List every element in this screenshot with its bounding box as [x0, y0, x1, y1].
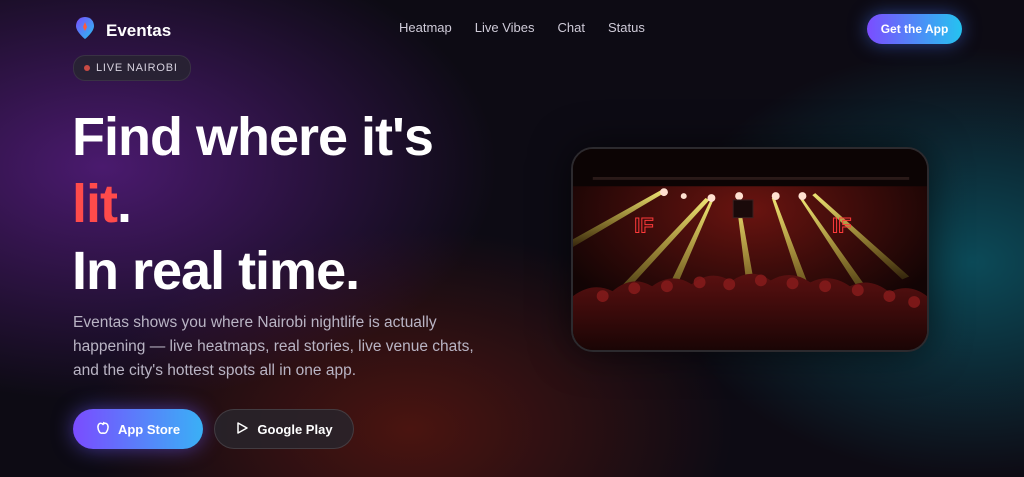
- nav-link-heatmap[interactable]: Heatmap: [399, 20, 452, 35]
- headline-lit-word: lit: [72, 174, 118, 234]
- google-play-button[interactable]: Google Play: [214, 409, 354, 449]
- apple-icon: [96, 421, 110, 438]
- live-badge-label: LIVE NAIROBI: [96, 62, 178, 74]
- google-play-label: Google Play: [257, 421, 333, 437]
- live-badge: LIVE NAIROBI: [73, 55, 191, 81]
- svg-text:IF: IF: [634, 212, 653, 237]
- headline-line-3: In real time.: [72, 241, 360, 301]
- live-dot-icon: [84, 65, 90, 71]
- brand-name: Eventas: [106, 20, 172, 40]
- nav-link-live-vibes[interactable]: Live Vibes: [475, 20, 535, 35]
- headline-line-2: lit.: [72, 171, 433, 238]
- brand-logo[interactable]: Eventas: [74, 16, 171, 45]
- play-icon: [235, 421, 249, 438]
- headline-period: .: [117, 174, 132, 234]
- app-store-label: App Store: [117, 421, 181, 437]
- nav-links: Heatmap Live Vibes Chat Status: [399, 20, 645, 35]
- nightclub-photo: IF IF: [571, 147, 929, 352]
- get-the-app-button[interactable]: Get the App: [867, 14, 962, 44]
- nav-link-status[interactable]: Status: [608, 20, 645, 35]
- svg-text:IF: IF: [832, 212, 851, 237]
- hero-description: Eventas shows you where Nairobi nightlif…: [73, 314, 474, 379]
- headline-line-1: Find where it's: [72, 107, 434, 167]
- location-pin-icon: [74, 16, 96, 45]
- app-store-button[interactable]: App Store: [73, 409, 203, 449]
- nav-link-chat[interactable]: Chat: [558, 20, 585, 35]
- top-nav: Eventas Heatmap Live Vibes Chat Status G…: [0, 0, 1024, 58]
- hero-headline: Find where it's lit. In real time.: [72, 104, 434, 305]
